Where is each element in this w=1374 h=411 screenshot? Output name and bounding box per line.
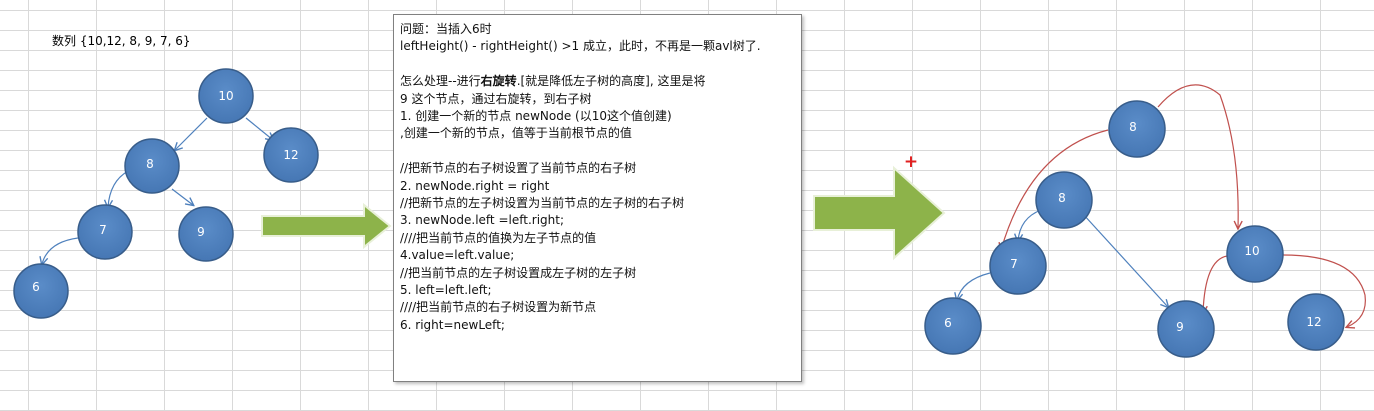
svg-text:7: 7 xyxy=(99,223,107,237)
right-tree-nodes: 8 8 7 10 6 9 12 xyxy=(924,100,1345,358)
explanation-how-bold: 右旋转 xyxy=(480,74,517,89)
edge-8b-9 xyxy=(1082,213,1168,307)
svg-text:12: 12 xyxy=(1306,315,1321,329)
explanation-how-pre: 怎么处理--进行 xyxy=(400,74,481,89)
explanation-step-4: 4.value=left.value; xyxy=(400,248,515,263)
left-tree-nodes: 10 12 8 7 9 6 xyxy=(13,68,319,319)
explanation-how-post: .[就是降低左子树的高度], 这里是将 xyxy=(516,74,706,89)
explanation-line-how: 怎么处理--进行右旋转.[就是降低左子树的高度], 这里是将 xyxy=(400,73,795,90)
explanation-step-2: 2. newNode.right = right xyxy=(400,178,550,193)
explanation-comment-6: ////把当前节点的右子树设置为新节点 xyxy=(400,300,597,315)
right-node-10: 10 xyxy=(1226,225,1284,283)
edge-10-12 xyxy=(245,117,273,140)
explanation-comment-4: ////把当前节点的值换为左子节点的值 xyxy=(400,230,597,245)
explanation-line-problem: 问题：当插入6时 xyxy=(400,22,492,36)
edge-8b-7 xyxy=(1018,209,1042,241)
right-node-9: 9 xyxy=(1157,300,1215,358)
sequence-label: 数列 {10,12, 8, 9, 7, 6} xyxy=(52,34,191,48)
right-node-6: 6 xyxy=(924,297,982,355)
explanation-step-6: 6. right=newLeft; xyxy=(400,317,505,332)
edge-7-6-right xyxy=(957,272,991,300)
right-node-8-old-root: 8 xyxy=(1108,100,1166,158)
edge-10-8 xyxy=(175,117,208,150)
left-node-8: 8 xyxy=(124,138,180,194)
right-node-7: 7 xyxy=(989,237,1047,295)
svg-text:7: 7 xyxy=(1010,257,1018,271)
right-node-12: 12 xyxy=(1287,293,1345,351)
left-node-6: 6 xyxy=(13,263,69,319)
svg-text:9: 9 xyxy=(197,225,205,239)
edge-7-6 xyxy=(42,237,79,264)
explanation-comment-3: //把新节点的左子树设置为当前节点的左子树的右子树 xyxy=(400,196,685,211)
svg-text:6: 6 xyxy=(944,316,952,330)
edge-10-9 xyxy=(1203,255,1228,313)
left-node-12: 12 xyxy=(263,127,319,183)
svg-text:6: 6 xyxy=(32,280,40,294)
plus-sign: + xyxy=(904,152,918,172)
svg-text:10: 10 xyxy=(1244,244,1259,258)
explanation-line-node9: 9 这个节点，通过右旋转，到右子树 xyxy=(400,91,592,106)
green-arrow-right xyxy=(813,165,946,261)
green-arrow-left xyxy=(261,202,392,250)
explanation-comment-2: //把新节点的右子树设置了当前节点的右子树 xyxy=(400,161,637,176)
svg-text:8: 8 xyxy=(146,157,154,171)
right-node-8-new: 8 xyxy=(1035,171,1093,229)
svg-text:9: 9 xyxy=(1176,320,1184,334)
explanation-step-5: 5. left=left.left; xyxy=(400,283,492,298)
svg-text:8: 8 xyxy=(1058,191,1066,205)
left-node-9: 9 xyxy=(178,206,234,262)
explanation-step-1-detail: ,创建一个新的节点，值等于当前根节点的值 xyxy=(400,126,632,141)
svg-text:12: 12 xyxy=(283,148,298,162)
explanation-step-3: 3. newNode.left =left.right; xyxy=(400,213,564,228)
explanation-step-1: 1. 创建一个新的节点 newNode (以10这个值创建) xyxy=(400,109,672,124)
explanation-comment-5: //把当前节点的左子树设置成左子树的左子树 xyxy=(400,265,637,280)
edge-8-9 xyxy=(171,188,193,205)
explanation-line-condition: leftHeight() - rightHeight() >1 成立，此时，不再… xyxy=(400,39,761,54)
left-node-10: 10 xyxy=(198,68,254,124)
left-node-7: 7 xyxy=(77,204,133,260)
explanation-line-blank-2 xyxy=(400,143,795,160)
explanation-line-blank xyxy=(400,56,795,73)
edge-8a-10 xyxy=(1157,84,1238,228)
explanation-textbox: 问题：当插入6时 leftHeight() - rightHeight() >1… xyxy=(393,14,802,382)
svg-text:8: 8 xyxy=(1129,120,1137,134)
svg-text:10: 10 xyxy=(218,89,233,103)
